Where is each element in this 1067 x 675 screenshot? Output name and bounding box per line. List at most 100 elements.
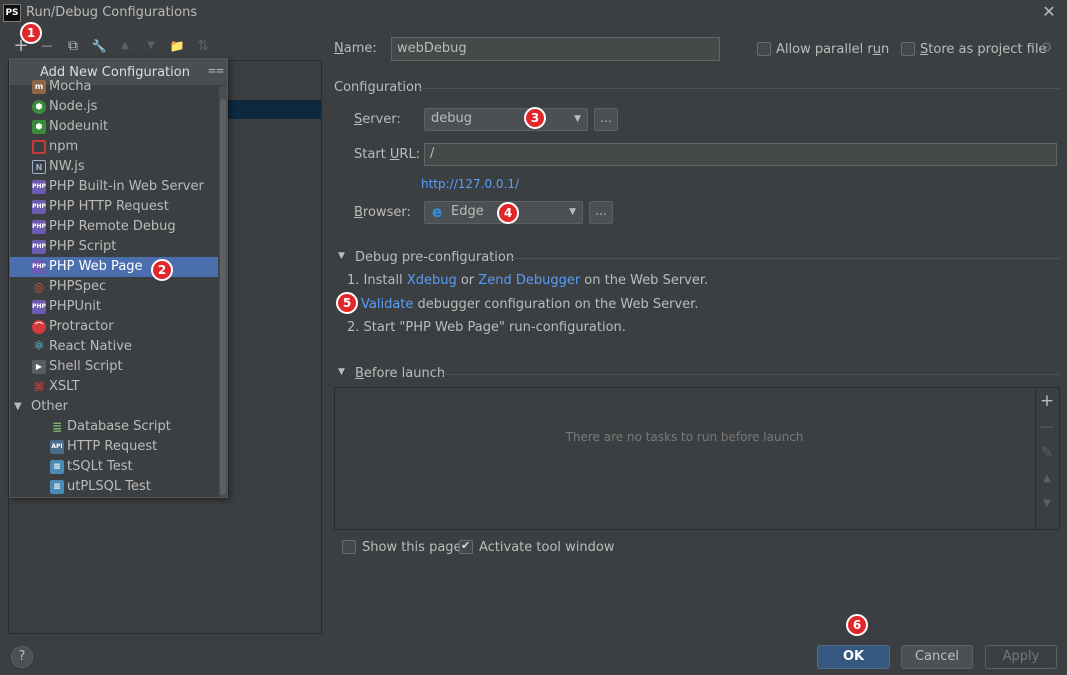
- add-new-configuration-popup[interactable]: Add New Configuration ⩵ m Mocha ⬢ Node.j…: [9, 58, 228, 498]
- list-item-php-http-request[interactable]: PHP PHP HTTP Request: [10, 197, 218, 217]
- phpstorm-app-icon: PS: [3, 4, 21, 22]
- move-down-icon[interactable]: ▼: [142, 37, 160, 55]
- nodeunit-icon: ⬢: [32, 120, 46, 134]
- move-up-icon[interactable]: ▲: [116, 37, 134, 55]
- chevron-down-icon: ▼: [574, 114, 581, 124]
- php-http-request-icon: PHP: [32, 200, 46, 214]
- nwjs-icon: N: [32, 160, 46, 174]
- debug-step-1: 1. Install Xdebug or Zend Debugger on th…: [347, 273, 709, 288]
- edit-task-pencil-icon[interactable]: ✎: [1039, 445, 1055, 461]
- before-launch-collapse-arrow-icon[interactable]: ▼: [338, 367, 345, 377]
- annotation-badge-6: 6: [846, 614, 868, 636]
- server-browse-button[interactable]: ...: [594, 108, 618, 131]
- allow-parallel-run-checkbox[interactable]: [757, 42, 771, 56]
- copy-configuration-icon[interactable]: ⧉: [64, 37, 82, 55]
- show-this-page-checkbox[interactable]: [342, 540, 356, 554]
- url-preview-link[interactable]: http://127.0.0.1/: [421, 177, 519, 191]
- list-item-nodeunit[interactable]: ⬢ Nodeunit: [10, 117, 218, 137]
- php-script-icon: PHP: [32, 240, 46, 254]
- list-item-shell-script[interactable]: ▶ Shell Script: [10, 357, 218, 377]
- cancel-button[interactable]: Cancel: [901, 645, 973, 669]
- apply-button[interactable]: Apply: [985, 645, 1057, 669]
- list-item-protractor[interactable]: ⌒ Protractor: [10, 317, 218, 337]
- debug-collapse-arrow-icon[interactable]: ▼: [338, 251, 345, 261]
- annotation-badge-4: 4: [497, 202, 519, 224]
- before-launch-title[interactable]: Before launch: [355, 366, 445, 381]
- remove-task-icon[interactable]: —: [1039, 419, 1055, 435]
- php-server-icon: PHP: [32, 180, 46, 194]
- list-item-other-group[interactable]: ▼ Other: [10, 397, 218, 417]
- list-item-nodejs[interactable]: ⬢ Node.js: [10, 97, 218, 117]
- list-item-php-remote-debug[interactable]: PHP PHP Remote Debug: [10, 217, 218, 237]
- xslt-icon: ⌘: [33, 380, 45, 394]
- move-task-down-icon[interactable]: ▼: [1039, 496, 1055, 512]
- expanded-arrow-icon[interactable]: ▼: [14, 397, 22, 417]
- remove-configuration-icon[interactable]: —: [38, 37, 56, 55]
- sort-icon[interactable]: ⇅: [194, 37, 212, 55]
- close-icon[interactable]: ✕: [1040, 3, 1058, 21]
- list-item-php-web-page[interactable]: PHP PHP Web Page: [10, 257, 218, 277]
- name-label: Name:: [334, 41, 377, 56]
- server-dropdown[interactable]: debug ▼: [424, 108, 588, 131]
- help-button[interactable]: ?: [11, 646, 33, 668]
- show-this-page-label[interactable]: Show this page: [362, 540, 462, 555]
- phpunit-icon: PHP: [32, 300, 46, 314]
- list-item-tsqlt-test[interactable]: ≡ tSQLt Test: [10, 457, 218, 477]
- nodejs-icon: ⬢: [32, 100, 46, 114]
- list-item-utplsql-test[interactable]: ≡ utPLSQL Test: [10, 477, 218, 497]
- activate-tool-window-label[interactable]: Activate tool window: [479, 540, 614, 555]
- chevron-down-icon: ▼: [569, 207, 576, 217]
- window-title: Run/Debug Configurations: [26, 5, 198, 20]
- list-item-mocha[interactable]: m Mocha: [10, 77, 218, 97]
- list-item-phpspec[interactable]: ◎ PHPSpec: [10, 277, 218, 297]
- start-url-label: Start URL:: [354, 147, 421, 162]
- list-item-php-builtin-web-server[interactable]: PHP PHP Built-in Web Server: [10, 177, 218, 197]
- list-item-nwjs[interactable]: N NW.js: [10, 157, 218, 177]
- list-item-xslt[interactable]: ⌘ XSLT: [10, 377, 218, 397]
- start-url-input[interactable]: /: [424, 143, 1057, 166]
- server-label: Server:: [354, 112, 401, 127]
- phpspec-icon: ◎: [32, 280, 46, 294]
- store-as-project-file-label[interactable]: Store as project file: [920, 42, 1046, 57]
- before-launch-empty-text: There are no tasks to run before launch: [565, 430, 804, 444]
- zend-debugger-link[interactable]: Zend Debugger: [478, 273, 580, 288]
- popup-scrollbar-thumb[interactable]: [220, 99, 226, 495]
- npm-icon: [32, 140, 46, 154]
- configuration-separator: [420, 88, 1060, 89]
- xdebug-link[interactable]: Xdebug: [407, 273, 457, 288]
- annotation-badge-3: 3: [524, 107, 546, 129]
- store-as-project-file-checkbox[interactable]: [901, 42, 915, 56]
- list-item-http-request[interactable]: API HTTP Request: [10, 437, 218, 457]
- collapse-icon[interactable]: ⩵: [208, 62, 224, 78]
- tree-selected-row[interactable]: [228, 100, 321, 119]
- list-item-react-native[interactable]: ⚛ React Native: [10, 337, 218, 357]
- browser-label: Browser:: [354, 205, 411, 220]
- api-icon: API: [50, 440, 64, 454]
- configuration-section-title: Configuration: [334, 80, 423, 95]
- php-web-page-icon: PHP: [32, 260, 46, 274]
- utplsql-test-icon: ≡: [50, 480, 64, 494]
- new-folder-icon[interactable]: 📁: [168, 37, 186, 55]
- list-item-phpunit[interactable]: PHP PHPUnit: [10, 297, 218, 317]
- allow-parallel-run-label[interactable]: Allow parallel run: [776, 42, 889, 57]
- database-script-icon: ≣: [51, 420, 63, 434]
- list-item-npm[interactable]: npm: [10, 137, 218, 157]
- tsqlt-test-icon: ≡: [50, 460, 64, 474]
- add-task-icon[interactable]: +: [1039, 393, 1055, 410]
- annotation-badge-5: 5: [336, 292, 358, 314]
- annotation-badge-2: 2: [151, 259, 173, 281]
- browser-browse-button[interactable]: ...: [589, 201, 613, 224]
- ok-button[interactable]: OK: [817, 645, 890, 669]
- debug-pre-configuration-title[interactable]: Debug pre-configuration: [355, 250, 514, 265]
- list-item-database-script[interactable]: ≣ Database Script: [10, 417, 218, 437]
- debug-step-2: 2. Start "PHP Web Page" run-configuratio…: [347, 320, 626, 335]
- before-launch-task-list[interactable]: [334, 387, 1060, 530]
- activate-tool-window-checkbox[interactable]: [459, 539, 473, 554]
- edit-defaults-wrench-icon[interactable]: 🔧: [90, 37, 108, 55]
- move-task-up-icon[interactable]: ▲: [1039, 471, 1055, 487]
- gear-icon[interactable]: ⚙: [1040, 40, 1053, 56]
- react-icon: ⚛: [33, 339, 45, 354]
- validate-link[interactable]: Validate: [361, 297, 413, 312]
- list-item-php-script[interactable]: PHP PHP Script: [10, 237, 218, 257]
- name-input[interactable]: webDebug: [391, 37, 720, 61]
